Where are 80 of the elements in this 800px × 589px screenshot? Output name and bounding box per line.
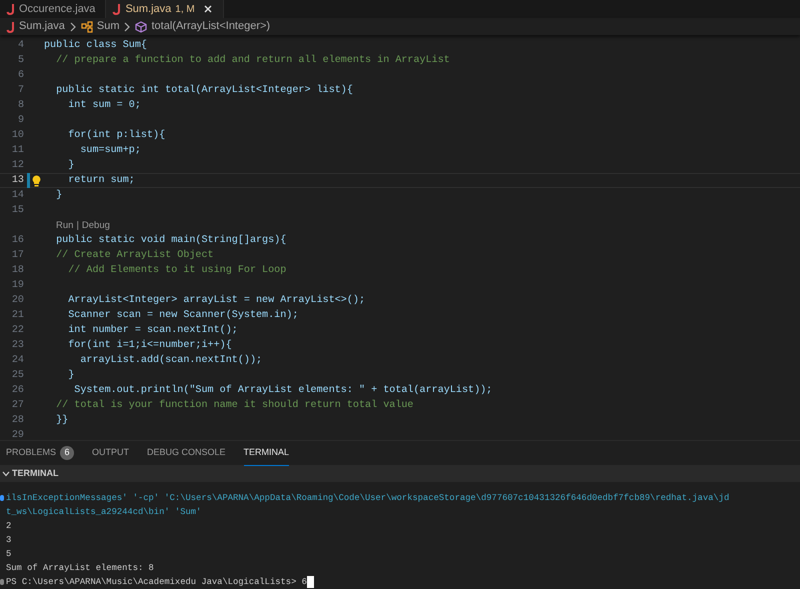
code-comment: // total is your function name it should return total value — [55, 398, 414, 413]
code-line: Scanner scan = new Scanner(System.in); — [67, 308, 298, 323]
code-line: ArrayList<Integer> arrayList = new ArrayList<>(); — [67, 294, 366, 308]
chevron-icon — [68, 22, 77, 32]
line-number: 8 — [16, 99, 24, 113]
codelens-link[interactable]: Debug — [82, 218, 110, 233]
line-number: 9 — [16, 114, 24, 128]
line-number: 26 — [10, 384, 24, 398]
code-line: arrayList.add(scan.nextInt()); — [79, 354, 262, 368]
code-line: int sum = 0; — [67, 98, 141, 113]
code-comment: // Create ArrayList Object — [55, 248, 214, 263]
line-number: 11 — [10, 144, 24, 158]
terminal-output: 3 — [6, 535, 12, 545]
code-line: public static void main(String[]args){ — [55, 234, 286, 248]
chevron-icon — [2, 470, 10, 478]
line-number: 17 — [10, 249, 24, 263]
line-number: 19 — [10, 279, 24, 293]
code-line: } — [55, 188, 62, 203]
tab-label: Occurence.java — [19, 2, 96, 17]
line-number: 27 — [10, 399, 24, 413]
chevron-icon — [123, 22, 132, 32]
tab-label: Sum.java — [125, 2, 172, 17]
text-cursor — [306, 576, 314, 588]
code-line: public class Sum{ — [44, 38, 147, 53]
code-comment: // prepare a function to add and return all elements in ArrayList — [55, 54, 450, 68]
code-comment: // Add Elements to it using For Loop — [67, 264, 286, 278]
line-number: 15 — [10, 204, 24, 218]
codelens-link[interactable]: Run — [56, 218, 74, 233]
line-number: 14 — [10, 189, 24, 203]
tab-status: 1, M — [175, 2, 195, 16]
code-line: sum=sum+p; — [79, 144, 141, 158]
codelens-separator: | — [76, 219, 79, 233]
line-number: 10 — [10, 129, 24, 143]
count-badge: 6 — [60, 446, 74, 460]
panel-tab[interactable]: TERMINAL — [244, 440, 290, 466]
terminal-output: 2 — [6, 521, 12, 531]
code-line: for(int i=1;i<=number;i++){ — [67, 338, 232, 353]
lightbulb-icon[interactable] — [32, 174, 41, 186]
code-line: int number = scan.nextInt(); — [67, 324, 238, 338]
close-icon[interactable] — [202, 4, 213, 14]
terminal-prompt: PS C:\Users\APARNA\Music\Academixedu Java\LogicalLists> 6 — [6, 577, 307, 587]
code-line: } — [67, 158, 74, 173]
code-line: public static int total(ArrayList<Integer> list){ — [55, 84, 353, 98]
line-number: 13 — [10, 174, 24, 188]
code-line: } — [67, 368, 74, 383]
java-file-icon — [6, 20, 15, 32]
line-number: 12 — [10, 159, 24, 173]
class-icon — [80, 20, 93, 32]
panel-tab[interactable]: DEBUG CONSOLE — [147, 440, 226, 466]
terminal-output: 5 — [6, 549, 12, 559]
line-number: 22 — [10, 324, 24, 338]
terminal-title: TERMINAL — [12, 466, 58, 480]
code-line: System.out.println("Sum of ArrayList elements: " + total(arrayList)); — [73, 384, 492, 398]
line-number: 7 — [16, 84, 24, 98]
breadcrumb-item[interactable]: Sum.java — [19, 18, 65, 35]
editor-tab[interactable]: Sum.java 1, M — [106, 0, 224, 18]
line-number: 20 — [10, 294, 24, 308]
line-number: 23 — [10, 339, 24, 353]
line-number: 25 — [10, 369, 24, 383]
panel-tab[interactable]: OUTPUT — [92, 440, 130, 466]
java-file-icon — [6, 3, 15, 15]
code-line: for(int p:list){ — [67, 128, 166, 143]
line-number: 6 — [16, 69, 24, 83]
terminal-output: ilsInExceptionMessages' '-cp' 'C:\Users\APARNA\AppData\Roaming\Code\User\workspaceStorage\d977607c10431326f646d0edbf7fcb89\redhat.java\jd — [6, 493, 730, 503]
line-number: 4 — [16, 39, 24, 53]
code-line: }} — [55, 414, 68, 428]
breadcrumb-item[interactable]: total(ArrayList<Integer>) — [151, 18, 270, 35]
line-number: 21 — [10, 309, 24, 323]
java-file-icon — [112, 3, 122, 15]
breadcrumb-item[interactable]: Sum — [96, 18, 120, 35]
terminal-output: Sum of ArrayList elements: 8 — [6, 563, 154, 573]
line-number: 5 — [16, 54, 24, 68]
code-line: return sum; — [67, 174, 135, 188]
line-number: 18 — [10, 264, 24, 278]
cube-icon — [135, 20, 148, 32]
line-number: 29 — [10, 429, 24, 443]
terminal-output: t_ws\LogicalLists_a29244cd\bin' 'Sum' — [6, 507, 202, 517]
line-number: 28 — [10, 414, 24, 428]
line-number: 24 — [10, 354, 24, 368]
line-number: 16 — [10, 234, 24, 248]
